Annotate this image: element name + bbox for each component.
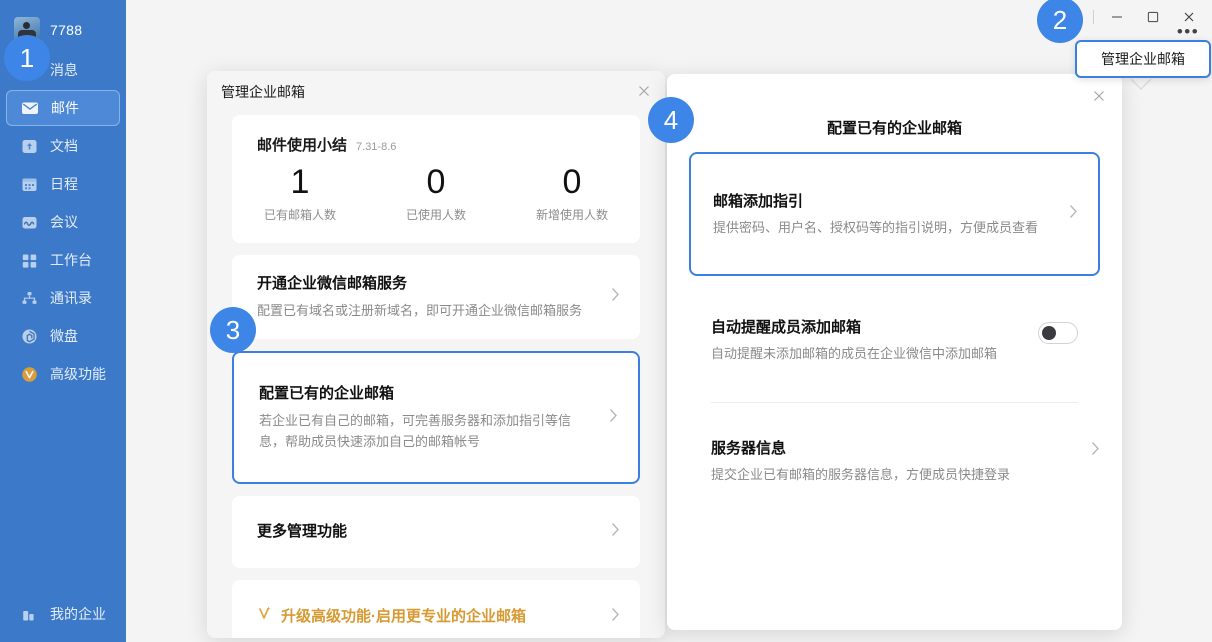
- stat-used-count: 0 已使用人数: [368, 161, 504, 223]
- toggle-knob: [1042, 326, 1056, 340]
- summary-stats: 1 已有邮箱人数 0 已使用人数 0 新增使用人数: [232, 155, 640, 243]
- card-description: 提供密码、用户名、授权码等的指引说明，方便成员查看: [713, 220, 1039, 235]
- sidebar-item-advanced[interactable]: 高级功能: [6, 356, 120, 392]
- row-title: 开通企业微信邮箱服务: [257, 275, 408, 292]
- sidebar-item-label: 文档: [50, 138, 78, 154]
- stat-value: 0: [562, 163, 582, 201]
- sidebar-item-mail[interactable]: 邮件: [6, 90, 120, 126]
- sidebar-item-label: 通讯录: [50, 290, 92, 306]
- panel-body: 邮箱添加指引 提供密码、用户名、授权码等的指引说明，方便成员查看 自动提醒成员添…: [667, 138, 1122, 523]
- step-badge-2: 2: [1037, 0, 1083, 43]
- row-content[interactable]: 开通企业微信邮箱服务 配置已有域名或注册新域名，即可开通企业微信邮箱服务: [232, 255, 640, 339]
- block-title: 自动提醒成员添加邮箱: [711, 319, 862, 336]
- stat-label: 新增使用人数: [535, 208, 608, 222]
- upgrade-premium-card[interactable]: 升级高级功能·启用更专业的企业邮箱: [232, 580, 640, 638]
- panel-title: 配置已有的企业邮箱: [826, 120, 962, 137]
- configure-existing-mailbox-card[interactable]: 配置已有的企业邮箱 若企业已有自己的邮箱，可完善服务器和添加指引等信息，帮助成员…: [232, 351, 640, 484]
- sidebar: 7788 消息 邮件 文档 日程 会议 工作台 通讯录 微盘 高级功能 我的企业: [0, 0, 126, 642]
- summary-header: 邮件使用小结 7.31-8.6: [232, 115, 640, 155]
- card-title: 邮箱添加指引: [713, 193, 804, 210]
- manage-enterprise-mailbox-tooltip[interactable]: 管理企业邮箱: [1075, 40, 1211, 78]
- sidebar-bottom: 我的企业: [0, 594, 126, 634]
- document-icon: [20, 137, 38, 155]
- stat-label: 已有邮箱人数: [263, 208, 336, 222]
- stat-existing-mailboxes: 1 已有邮箱人数: [232, 161, 368, 223]
- stat-new-used-count: 0 新增使用人数: [504, 161, 640, 223]
- chevron-right-icon: [611, 522, 620, 542]
- step-badge-4: 4: [648, 97, 694, 143]
- close-icon[interactable]: [635, 82, 653, 100]
- chevron-right-icon: [611, 607, 620, 627]
- row-content[interactable]: 配置已有的企业邮箱 若企业已有自己的邮箱，可完善服务器和添加指引等信息，帮助成员…: [234, 353, 638, 482]
- sidebar-item-label: 微盘: [50, 328, 78, 344]
- workbench-icon: [20, 251, 38, 269]
- row-title: 配置已有的企业邮箱: [259, 385, 395, 402]
- sidebar-item-label: 日程: [50, 176, 78, 192]
- step-badge-1: 1: [4, 35, 50, 81]
- divider: [1093, 10, 1094, 24]
- block-description: 提交企业已有邮箱的服务器信息，方便成员快捷登录: [711, 467, 1011, 482]
- block-title: 服务器信息: [711, 440, 787, 457]
- meeting-icon: [20, 213, 38, 231]
- row-title: 升级高级功能·启用更专业的企业邮箱: [257, 605, 596, 628]
- chevron-right-icon: [609, 408, 618, 428]
- chevron-right-icon: [1069, 204, 1078, 224]
- sidebar-item-label: 高级功能: [50, 366, 106, 382]
- summary-date-range: 7.31-8.6: [356, 141, 397, 153]
- tooltip-tail: [1126, 78, 1156, 94]
- sidebar-item-label: 我的企业: [50, 606, 106, 622]
- account-name: 7788: [50, 22, 83, 38]
- mailbox-add-guide-card[interactable]: 邮箱添加指引 提供密码、用户名、授权码等的指引说明，方便成员查看: [689, 152, 1100, 276]
- mail-icon: [21, 99, 39, 117]
- row-title: 更多管理功能: [257, 523, 348, 540]
- sidebar-item-drive[interactable]: 微盘: [6, 318, 120, 354]
- stat-value: 1: [290, 163, 310, 201]
- more-options-icon[interactable]: •••: [1174, 22, 1202, 42]
- contacts-icon: [20, 289, 38, 307]
- calendar-icon: [20, 175, 38, 193]
- sidebar-item-contacts[interactable]: 通讯录: [6, 280, 120, 316]
- step-badge-3: 3: [210, 307, 256, 353]
- more-management-features-card[interactable]: 更多管理功能: [232, 496, 640, 568]
- manage-enterprise-mailbox-dialog: 管理企业邮箱 邮件使用小结 7.31-8.6 1 已有邮箱人数 0 已使用人数 …: [207, 71, 665, 638]
- dialog-title: 管理企业邮箱: [221, 84, 305, 100]
- row-description: 配置已有域名或注册新域名，即可开通企业微信邮箱服务: [257, 303, 583, 318]
- open-wecom-mail-service-card[interactable]: 开通企业微信邮箱服务 配置已有域名或注册新域名，即可开通企业微信邮箱服务: [232, 255, 640, 339]
- sidebar-item-label: 消息: [50, 62, 78, 78]
- vip-icon: [20, 365, 38, 383]
- chevron-right-icon: [611, 287, 620, 307]
- stat-value: 0: [426, 163, 446, 201]
- sparkle-icon: [257, 605, 273, 628]
- sidebar-item-label: 会议: [50, 214, 78, 230]
- summary-title: 邮件使用小结: [257, 137, 348, 154]
- app-window: 7788 消息 邮件 文档 日程 会议 工作台 通讯录 微盘 高级功能 我的企业…: [0, 0, 1212, 642]
- chevron-right-icon: [1091, 441, 1100, 461]
- block-description: 自动提醒未添加邮箱的成员在企业微信中添加邮箱: [711, 346, 998, 361]
- auto-remind-toggle[interactable]: [1038, 322, 1078, 344]
- sidebar-item-documents[interactable]: 文档: [6, 128, 120, 164]
- company-icon: [20, 605, 38, 623]
- server-info-block[interactable]: 服务器信息 提交企业已有邮箱的服务器信息，方便成员快捷登录: [689, 403, 1100, 523]
- sidebar-item-workbench[interactable]: 工作台: [6, 242, 120, 278]
- row-content[interactable]: 升级高级功能·启用更专业的企业邮箱: [232, 580, 640, 638]
- sidebar-nav: 消息 邮件 文档 日程 会议 工作台 通讯录 微盘 高级功能: [0, 52, 126, 392]
- upgrade-label: 升级高级功能·启用更专业的企业邮箱: [281, 607, 526, 625]
- maximize-icon[interactable]: [1136, 2, 1170, 32]
- stat-label: 已使用人数: [405, 208, 466, 222]
- drive-icon: [20, 327, 38, 345]
- auto-remind-members-block: 自动提醒成员添加邮箱 自动提醒未添加邮箱的成员在企业微信中添加邮箱: [689, 294, 1100, 402]
- configure-existing-mailbox-panel: 配置已有的企业邮箱 邮箱添加指引 提供密码、用户名、授权码等的指引说明，方便成员…: [667, 74, 1122, 630]
- sidebar-item-calendar[interactable]: 日程: [6, 166, 120, 202]
- row-content[interactable]: 更多管理功能: [232, 496, 640, 568]
- dialog-body: 邮件使用小结 7.31-8.6 1 已有邮箱人数 0 已使用人数 0 新增使用人…: [207, 105, 665, 638]
- sidebar-item-my-company[interactable]: 我的企业: [6, 596, 120, 632]
- mail-usage-summary-card: 邮件使用小结 7.31-8.6 1 已有邮箱人数 0 已使用人数 0 新增使用人…: [232, 115, 640, 243]
- sidebar-item-label: 邮件: [51, 100, 79, 116]
- close-icon[interactable]: [1090, 87, 1108, 105]
- row-description: 若企业已有自己的邮箱，可完善服务器和添加指引等信息，帮助成员快速添加自己的邮箱帐…: [259, 413, 572, 449]
- sidebar-item-label: 工作台: [50, 252, 92, 268]
- tooltip-label: 管理企业邮箱: [1101, 51, 1185, 67]
- minimize-icon[interactable]: [1100, 2, 1134, 32]
- sidebar-item-meeting[interactable]: 会议: [6, 204, 120, 240]
